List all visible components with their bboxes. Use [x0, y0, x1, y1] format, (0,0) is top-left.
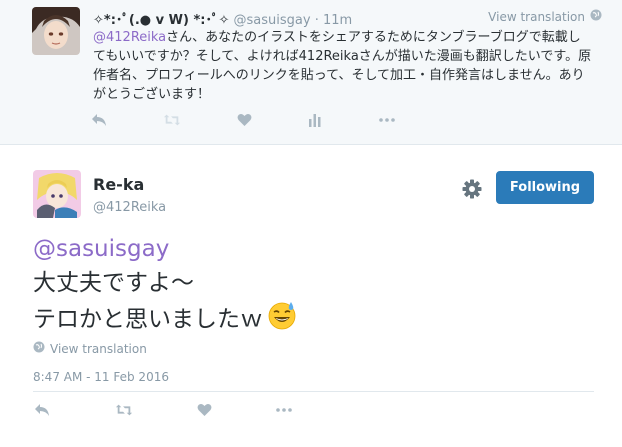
mention-link[interactable]: @sasuisgay [33, 236, 169, 262]
reply-icon[interactable] [33, 401, 51, 419]
view-translation-link[interactable]: View translation [488, 9, 602, 24]
analytics-icon[interactable] [306, 111, 324, 129]
tweet-line: テロかと思いましたｗ [33, 306, 263, 333]
retweet-icon[interactable] [115, 401, 133, 419]
reply-icon[interactable] [90, 111, 108, 129]
divider [33, 391, 594, 392]
avatar[interactable] [32, 7, 80, 55]
more-icon[interactable] [378, 111, 396, 129]
like-icon[interactable] [235, 111, 253, 129]
globe-icon [33, 341, 45, 356]
like-icon[interactable] [195, 401, 213, 419]
globe-icon [590, 9, 602, 24]
view-translation-label: View translation [50, 341, 147, 356]
author-handle[interactable]: @sasuisgay [233, 13, 310, 28]
view-translation-label: View translation [488, 9, 585, 24]
tweet-text: @sasuisgay 大丈夫ですよ～ テロかと思いましたｗ [33, 232, 297, 340]
more-icon[interactable] [275, 401, 293, 419]
mention-link[interactable]: @412Reika [93, 30, 166, 45]
gear-icon[interactable] [461, 178, 483, 200]
separator: · [314, 13, 319, 28]
parent-actions [90, 111, 396, 129]
tweet-line: 大丈夫ですよ～ [33, 270, 194, 296]
main-actions [33, 401, 293, 419]
author-name[interactable]: ✧*:･ﾟ(.● v W) *:･ﾟ✧ [93, 13, 229, 28]
parent-header: ✧*:･ﾟ(.● v W) *:･ﾟ✧ @sasuisgay · 11m [93, 9, 352, 28]
tweet-text: @412Reikaさん、あなたのイラストをシェアするためにタンブラーブログで転載… [93, 28, 593, 104]
tweet-date[interactable]: 8:47 AM - 11 Feb 2016 [33, 370, 169, 384]
tweet-body: さん、あなたのイラストをシェアするためにタンブラーブログで転載してもいいですか？… [93, 30, 592, 102]
timestamp[interactable]: 11m [323, 13, 352, 28]
retweet-icon[interactable] [163, 111, 181, 129]
author-handle[interactable]: @412Reika [93, 200, 166, 215]
author-name[interactable]: Re-ka [93, 175, 144, 194]
parent-tweet[interactable]: ✧*:･ﾟ(.● v W) *:･ﾟ✧ @sasuisgay · 11m Vie… [0, 0, 622, 145]
view-translation-link[interactable]: View translation [33, 341, 147, 356]
avatar[interactable] [33, 170, 81, 218]
sweat-smile-emoji [267, 300, 297, 340]
tweet-line-with-emoji: テロかと思いましたｗ [33, 300, 297, 340]
following-button[interactable]: Following [496, 171, 594, 204]
